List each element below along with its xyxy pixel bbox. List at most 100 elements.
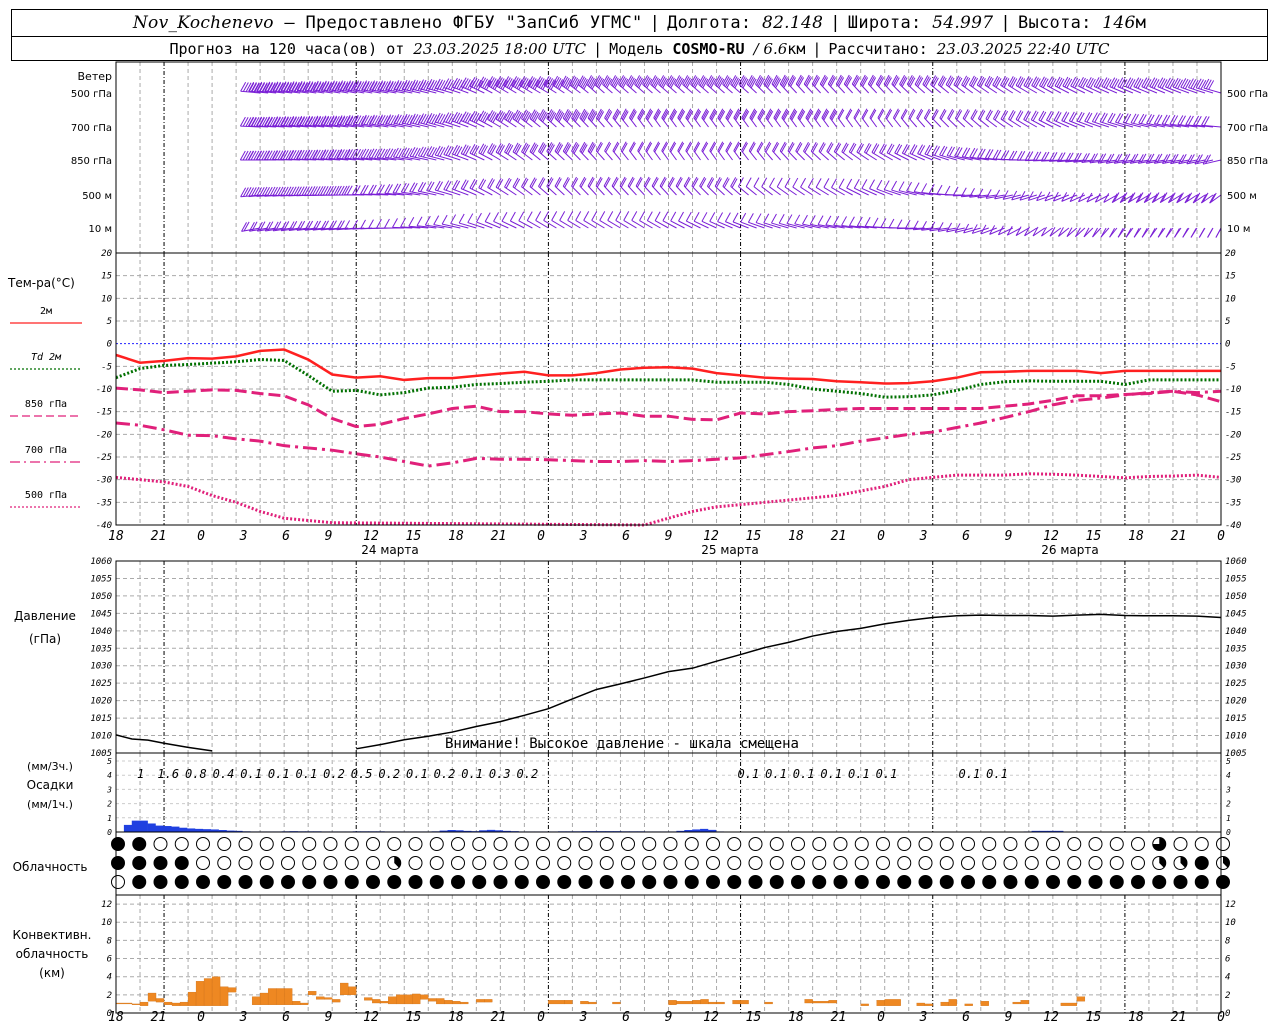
temp-hour-label: 12 — [703, 529, 719, 544]
wind-barb — [795, 150, 805, 161]
cloud-cover-symbol — [536, 837, 550, 851]
wind-barb-feather — [909, 144, 916, 154]
wind-barb — [722, 185, 733, 196]
precip-bar — [139, 820, 148, 832]
bottom-hour-label: 12 — [703, 1010, 719, 1024]
cloud-cover-symbol — [1131, 856, 1145, 870]
wind-barb — [922, 84, 934, 94]
conv-cloud-bar — [267, 988, 277, 1005]
temp-hour-label: 3 — [239, 529, 248, 544]
conv-cloud-bar — [348, 986, 357, 995]
wind-barb-feather — [1078, 112, 1085, 123]
wind-barb-feather — [800, 177, 807, 188]
wind-barb-feather — [1023, 110, 1030, 120]
wind-barb-feather — [896, 144, 903, 155]
wind-barb-feather — [387, 184, 393, 194]
wind-barb — [612, 117, 621, 128]
wind-barb-feather — [1122, 113, 1129, 123]
conv-tick-left: 4 — [107, 973, 112, 983]
wind-barb-feather — [911, 145, 918, 155]
wind-barb-feather — [392, 183, 399, 193]
wind-barb-feather — [1125, 77, 1132, 87]
wind-barb-feather — [1115, 113, 1121, 123]
conv-cloud-bar — [211, 976, 221, 1006]
wind-barb — [678, 220, 693, 229]
cloud-cover-fill — [345, 875, 359, 889]
bottom-hour-label: 6 — [282, 1010, 290, 1024]
wind-barb-feather — [319, 186, 326, 196]
wind-barb-feather — [437, 79, 443, 89]
wind-barb — [562, 150, 573, 161]
bottom-hour-label: 0 — [537, 1010, 545, 1024]
cloud-cover-symbol — [323, 856, 338, 870]
wind-barb-feather — [1208, 80, 1215, 90]
precip-3h-total: 0.1 — [461, 767, 483, 781]
pressure-tick-left: 1025 — [90, 679, 112, 689]
wind-barb-feather — [480, 179, 487, 190]
cloud-cover-fill — [940, 875, 954, 889]
wind-barb-feather — [1043, 151, 1050, 162]
precip-bar — [171, 826, 180, 832]
cloud-cover-symbol — [1024, 837, 1039, 851]
wind-barb — [771, 83, 781, 94]
wind-barb — [740, 221, 757, 229]
cloud-cover-symbol — [621, 837, 635, 851]
wind-barb-feather — [240, 82, 247, 92]
wind-barb-feather — [825, 215, 832, 226]
temp-tick-left: 10 — [101, 294, 112, 304]
conv-cloud-bar — [155, 998, 165, 1003]
pressure-tick-right: 1040 — [1225, 627, 1247, 637]
wind-barb-feather — [417, 146, 424, 157]
wind-barb — [845, 117, 854, 128]
wind-barb-feather — [1107, 112, 1114, 123]
wind-barb-feather — [464, 113, 471, 123]
conv-cloud-bar — [964, 1003, 973, 1006]
conv-tick-right: 12 — [1225, 900, 1236, 910]
precip-tick-right: 3 — [1225, 785, 1231, 794]
wind-barb — [683, 185, 693, 196]
wind-barb-feather — [451, 111, 458, 122]
wind-barb-feather — [418, 113, 425, 123]
wind-barb-feather — [941, 146, 948, 156]
conv-tick-right: 10 — [1225, 918, 1236, 928]
cloud-cover-symbol — [536, 856, 550, 870]
precip-3h-total: 0.8 — [185, 767, 207, 781]
temp-hour-label: 3 — [579, 529, 588, 544]
wind-barb-feather — [1153, 114, 1160, 124]
bottom-hour-label: 21 — [491, 1010, 507, 1024]
wind-barb-feather — [1127, 78, 1134, 88]
wind-barb — [805, 117, 814, 128]
wind-barb-feather — [242, 150, 249, 161]
pressure-tick-left: 1045 — [90, 609, 112, 619]
wind-barb — [645, 150, 653, 161]
cloud-cover-symbol — [111, 875, 125, 889]
wind-barb-feather — [1039, 76, 1045, 86]
pressure-tick-right: 1035 — [1225, 644, 1247, 654]
wind-barb-feather — [500, 79, 507, 89]
wind-barb-feather — [426, 146, 433, 156]
cloud-cover-symbol — [706, 837, 720, 851]
cloud-cover-fill — [132, 856, 146, 870]
wind-barb — [611, 185, 621, 196]
wind-barb — [675, 185, 685, 196]
wind-barb — [677, 150, 685, 161]
wind-barb — [529, 186, 541, 196]
cloud-cover-symbol — [429, 856, 444, 870]
bottom-hour-label: 18 — [788, 1010, 804, 1024]
wind-barb-feather — [755, 213, 762, 223]
conv-cloud-bar — [203, 978, 213, 1006]
conv-cloud-bar — [436, 998, 445, 1005]
pressure-tick-left: 1055 — [90, 574, 112, 584]
conv-cloud-bar — [332, 999, 341, 1003]
wind-barb — [725, 150, 733, 161]
wind-barb — [789, 117, 798, 128]
wind-barb-feather — [1091, 112, 1098, 122]
wind-barb-feather — [387, 148, 394, 159]
pressure-tick-right: 1060 — [1225, 557, 1247, 567]
temp-tick-left: -20 — [96, 430, 112, 440]
wind-barb — [1015, 84, 1030, 94]
wind-barb-feather — [1033, 77, 1039, 87]
wind-barb-feather — [717, 212, 724, 222]
conv-cloud-bar — [420, 994, 429, 1000]
cloud-cover-symbol — [472, 856, 487, 870]
